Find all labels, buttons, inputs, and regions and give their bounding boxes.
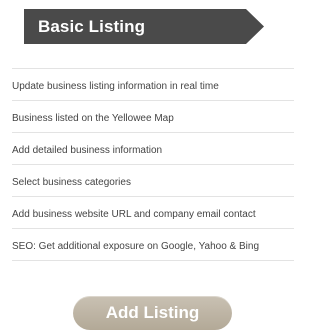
add-listing-button[interactable]: Add Listing [73,296,232,330]
feature-list: Update business listing information in r… [12,68,294,261]
feature-item: Add detailed business information [12,133,294,165]
feature-item: Business listed on the Yellowee Map [12,101,294,133]
plan-title: Basic Listing [38,17,146,36]
feature-item: Add business website URL and company ema… [12,197,294,229]
plan-banner: Basic Listing [24,9,264,44]
feature-item: SEO: Get additional exposure on Google, … [12,229,294,261]
feature-item: Update business listing information in r… [12,68,294,101]
feature-item: Select business categories [12,165,294,197]
